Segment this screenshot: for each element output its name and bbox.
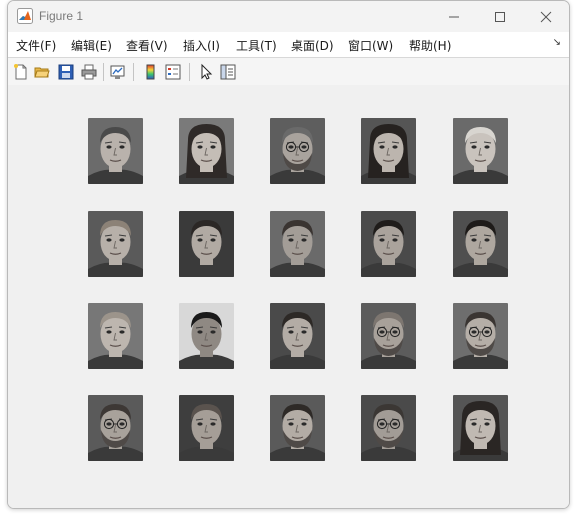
face-image (270, 303, 325, 369)
menu-desktop[interactable]: 桌面(D) (291, 37, 334, 54)
figure-canvas (8, 85, 569, 508)
face-image (361, 395, 416, 461)
face-image (270, 395, 325, 461)
face-image (179, 395, 234, 461)
figure-window: Figure 1 文件(F) 编辑(E) 查看(V) 插入(I) 工具(T) 桌… (7, 0, 570, 509)
face-image (453, 395, 508, 461)
menu-edit[interactable]: 编辑(E) (71, 37, 112, 54)
face-image (361, 118, 416, 184)
insert-legend-icon[interactable] (164, 63, 182, 81)
face-image (179, 303, 234, 369)
face-image (453, 118, 508, 184)
toolbar-separator (133, 63, 134, 81)
maximize-icon (495, 11, 505, 22)
title-bar[interactable]: Figure 1 (8, 1, 569, 32)
save-icon[interactable] (57, 63, 75, 81)
face-image (88, 211, 143, 277)
insert-colorbar-icon[interactable] (142, 63, 160, 81)
face-image (361, 211, 416, 277)
menu-insert[interactable]: 插入(I) (183, 37, 220, 54)
open-file-icon[interactable] (33, 63, 51, 81)
menu-window[interactable]: 窗口(W) (348, 37, 393, 54)
face-image (88, 118, 143, 184)
face-image (88, 395, 143, 461)
property-inspector-icon[interactable] (219, 63, 237, 81)
menu-view[interactable]: 查看(V) (126, 37, 168, 54)
face-image (179, 211, 234, 277)
close-button[interactable] (523, 1, 569, 32)
face-image (270, 118, 325, 184)
face-image (361, 303, 416, 369)
menu-bar: 文件(F) 编辑(E) 查看(V) 插入(I) 工具(T) 桌面(D) 窗口(W… (8, 32, 569, 57)
face-image (453, 211, 508, 277)
figure-toolbar (8, 57, 569, 86)
maximize-button[interactable] (477, 1, 523, 32)
new-figure-icon[interactable] (12, 63, 30, 81)
edit-plot-arrow-icon[interactable] (197, 63, 215, 81)
face-image (88, 303, 143, 369)
toolbar-separator (189, 63, 190, 81)
menu-file[interactable]: 文件(F) (16, 37, 56, 54)
print-icon[interactable] (80, 63, 98, 81)
toolbar-separator (103, 63, 104, 81)
minimize-icon (449, 16, 459, 17)
menu-help[interactable]: 帮助(H) (409, 37, 451, 54)
link-plot-icon[interactable] (109, 63, 127, 81)
matlab-logo-icon (17, 8, 33, 24)
window-title: Figure 1 (39, 9, 84, 23)
face-image (270, 211, 325, 277)
close-icon (540, 11, 552, 22)
dock-figure-icon[interactable]: ↘ (553, 37, 561, 48)
minimize-button[interactable] (431, 1, 477, 32)
face-image (453, 303, 508, 369)
menu-tools[interactable]: 工具(T) (236, 37, 277, 54)
face-image (179, 118, 234, 184)
